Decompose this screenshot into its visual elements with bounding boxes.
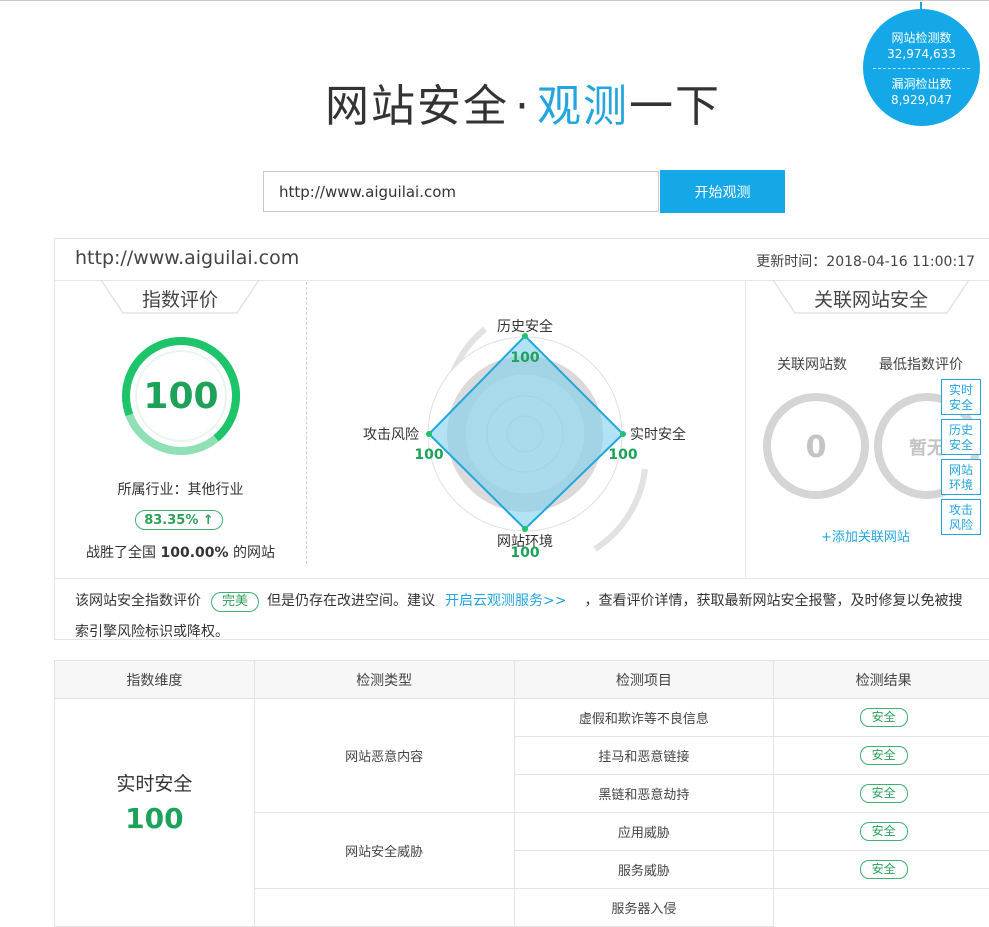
type-cell-threat: 网站安全威胁: [253, 812, 515, 889]
cloud-observe-link[interactable]: 开启云观测服务>>: [445, 593, 566, 609]
beat-text: 战胜了全国 100.00% 的网站: [55, 542, 306, 562]
perfect-badge: 完美: [211, 592, 260, 612]
tab-history-line2: 安全: [948, 438, 973, 452]
table-header-row: 指数维度 检测类型 检测项目 检测结果: [54, 660, 989, 699]
item-cell: 服务器入侵: [513, 888, 775, 927]
safe-badge: 安全: [859, 708, 908, 727]
advice-text: 该网站安全指数评价 完美 但是仍存在改进空间。建议 开启云观测服务>> ，查看评价详情，…: [75, 586, 975, 648]
radar-value-history: 100: [510, 350, 539, 366]
radar-chart: 历史安全 100 实时安全 100 网站环境 100 攻击风险 100: [363, 318, 686, 561]
header-dimension: 指数维度: [54, 660, 255, 699]
radar-label-attack: 攻击风险: [363, 427, 419, 443]
related-min-label: 最低指数评价: [879, 357, 963, 373]
safe-badge: 安全: [859, 784, 908, 803]
stats-divider: [873, 68, 970, 69]
radar-label-realtime: 实时安全: [630, 426, 686, 443]
score-value: 100: [143, 376, 218, 417]
radar-value-attack: 100: [414, 447, 443, 463]
type-cell-malicious: 网站恶意内容: [253, 698, 515, 813]
site-count-label: 网站检测数: [891, 31, 952, 45]
beat-prefix: 战胜了全国: [86, 545, 157, 561]
title-part2: 一下: [629, 81, 721, 132]
site-count-value: 32,974,633: [887, 47, 956, 61]
radar-value-realtime: 100: [608, 447, 637, 463]
title-accent: 观测: [537, 81, 629, 132]
header-type: 检测类型: [253, 660, 515, 699]
index-title-text: 指数评价: [141, 289, 218, 311]
tab-attack-line2: 风险: [948, 518, 973, 532]
tab-environment-line1: 网站: [948, 463, 973, 477]
related-tabs: 实时 安全 历史 安全 网站 环境 攻击 风险: [941, 379, 981, 539]
tab-environment-line2: 环境: [948, 478, 973, 492]
result-cell: 安全: [773, 698, 989, 737]
update-time-value: 2018-04-16 11:00:17: [826, 254, 975, 270]
tab-realtime-line2: 安全: [948, 398, 973, 412]
safe-badge: 安全: [859, 860, 908, 879]
related-count-value: 0: [806, 430, 827, 465]
bubble-pin: [920, 2, 922, 10]
score-gauge: 100: [122, 337, 240, 455]
radar-point-env: [522, 526, 528, 532]
add-related-link[interactable]: +添加关联网站: [821, 526, 910, 545]
result-cell: 安全: [773, 850, 989, 889]
radar-point-attack: [426, 431, 432, 437]
result-table: 指数维度 检测类型 检测项目 检测结果 实时安全 100 网站恶意内容 虚假和欺…: [54, 660, 989, 927]
safe-badge: 安全: [859, 822, 908, 841]
update-time-label: 更新时间：: [756, 254, 827, 270]
top-border: [0, 0, 989, 1]
start-observe-button[interactable]: 开始观测: [660, 170, 785, 213]
advice-middle: 但是仍存在改进空间。建议: [267, 593, 436, 609]
radar-value-env: 100: [510, 545, 539, 561]
result-cell: 安全: [773, 774, 989, 813]
related-title-text: 关联网站安全: [813, 289, 928, 311]
type-cell-empty: [253, 888, 515, 927]
radar-point-realtime: [620, 431, 626, 437]
result-url: http://www.aiguilai.com: [75, 247, 300, 269]
tab-attack[interactable]: 攻击 风险: [941, 499, 981, 535]
header-result: 检测结果: [773, 660, 989, 699]
result-cell-empty: [773, 888, 989, 927]
update-time: 更新时间：2018-04-16 11:00:17: [756, 251, 975, 271]
beat-suffix: 的网站: [232, 545, 275, 561]
header-item: 检测项目: [513, 660, 775, 699]
safe-badge: 安全: [859, 746, 908, 765]
tab-environment[interactable]: 网站 环境: [941, 459, 981, 495]
url-input[interactable]: [263, 171, 659, 212]
industry-text: 所属行业：其他行业: [117, 482, 244, 498]
tab-attack-line1: 攻击: [948, 503, 973, 517]
item-cell: 虚假和欺诈等不良信息: [513, 698, 775, 737]
beat-value: 100.00%: [160, 545, 229, 561]
tab-realtime[interactable]: 实时 安全: [941, 379, 981, 415]
title-part1: 网站安全: [325, 81, 509, 132]
page-title: 网站安全 · 观测一下: [0, 70, 989, 134]
dimension-score: 100: [125, 802, 184, 835]
item-cell: 应用威胁: [513, 812, 775, 851]
item-cell: 黑链和恶意劫持: [513, 774, 775, 813]
column-divider-left: [306, 282, 307, 564]
result-cell: 安全: [773, 812, 989, 851]
related-count-label: 关联网站数: [777, 357, 847, 373]
tab-history-line1: 历史: [948, 423, 973, 437]
dimension-cell: 实时安全 100: [54, 698, 255, 927]
result-cell: 安全: [773, 736, 989, 775]
table-row: 实时安全 100 网站恶意内容 虚假和欺诈等不良信息 安全: [54, 698, 989, 927]
related-count-ring: 0: [763, 393, 869, 499]
title-dot: ·: [515, 81, 531, 132]
dimension-name: 实时安全: [116, 773, 193, 795]
radar-label-history: 历史安全: [497, 318, 553, 335]
percent-badge: 83.35% ↑: [135, 510, 223, 530]
advice-prefix: 该网站安全指数评价: [75, 593, 201, 609]
related-min-value: 暂无: [909, 437, 945, 459]
item-cell: 服务威胁: [513, 850, 775, 889]
index-section-title: 指数评价: [101, 280, 259, 315]
column-divider-right: [745, 280, 746, 578]
tab-realtime-line1: 实时: [948, 383, 973, 397]
tab-history[interactable]: 历史 安全: [941, 419, 981, 455]
panel-divider-bottom: [55, 578, 989, 579]
item-cell: 挂马和恶意链接: [513, 736, 775, 775]
related-section-title: 关联网站安全: [773, 280, 969, 315]
